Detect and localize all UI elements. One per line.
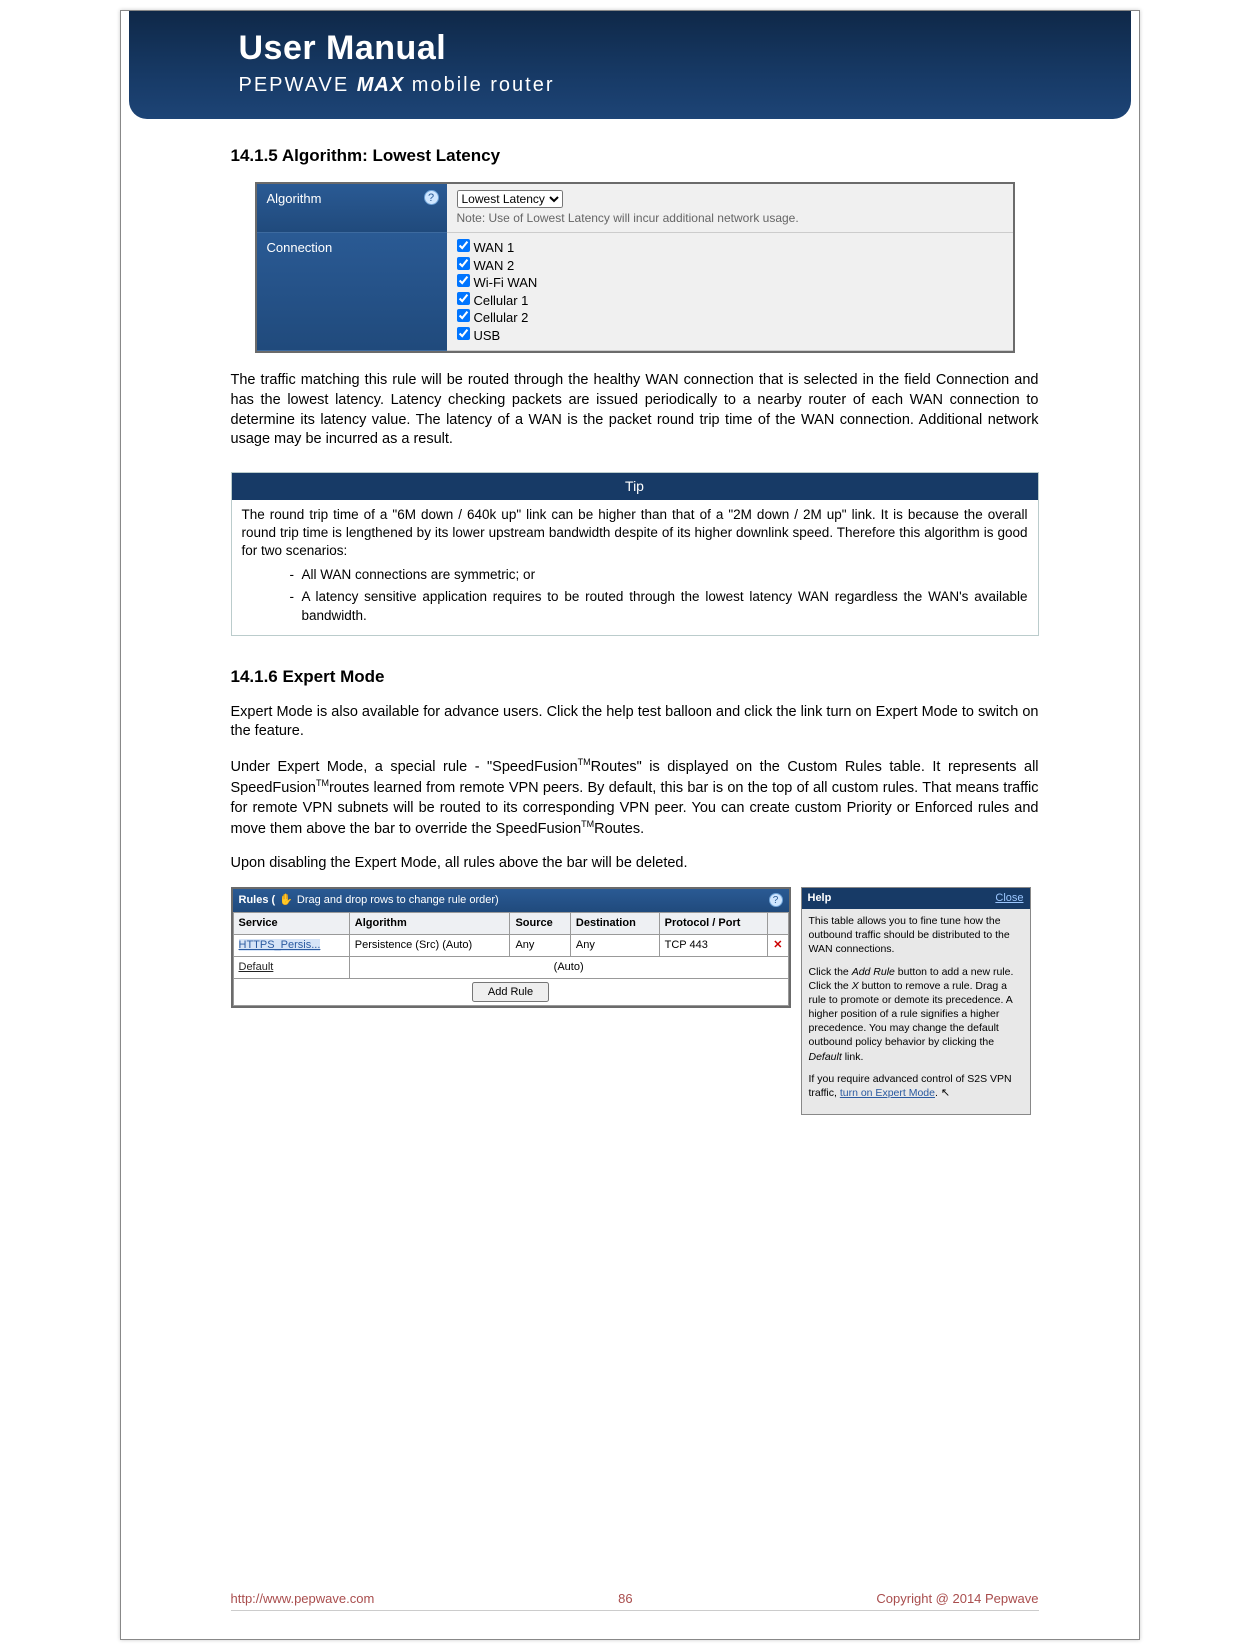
cell-destination: Any xyxy=(570,934,659,956)
rules-title-bar: Rules ( ✋ Drag and drop rows to change r… xyxy=(233,889,789,912)
add-rule-button[interactable]: Add Rule xyxy=(472,982,549,1002)
help-p3: If you require advanced control of S2S V… xyxy=(809,1072,1023,1101)
page-footer: http://www.pepwave.com 86 Copyright @ 20… xyxy=(231,1591,1039,1611)
rules-title-drag-text: Drag and drop rows to change rule order) xyxy=(297,893,499,908)
default-auto: (Auto) xyxy=(349,956,788,978)
turn-on-expert-link[interactable]: turn on Expert Mode xyxy=(840,1087,935,1099)
delete-rule-icon[interactable]: ✕ xyxy=(773,939,782,951)
help-close-link[interactable]: Close xyxy=(995,891,1023,906)
algorithm-note: Note: Use of Lowest Latency will incur a… xyxy=(457,210,1003,226)
expert-mode-figure: Rules ( ✋ Drag and drop rows to change r… xyxy=(231,887,1039,1115)
col-source: Source xyxy=(510,913,570,935)
help-p1: This table allows you to fine tune how t… xyxy=(809,914,1023,957)
connection-checkbox[interactable]: Cellular 2 xyxy=(457,309,1003,327)
section-heading-expert: 14.1.6 Expert Mode xyxy=(231,666,1039,689)
connection-checkbox[interactable]: WAN 2 xyxy=(457,257,1003,275)
help-panel-body: This table allows you to fine tune how t… xyxy=(802,909,1030,1114)
connection-checkbox[interactable]: USB xyxy=(457,327,1003,345)
cell-algorithm: Persistence (Src) (Auto) xyxy=(349,934,510,956)
default-row[interactable]: Default (Auto) xyxy=(233,956,788,978)
label-connection: Connection xyxy=(257,233,447,351)
content: 14.1.5 Algorithm: Lowest Latency Algorit… xyxy=(121,119,1139,1115)
help-icon[interactable]: ? xyxy=(769,893,783,907)
table-row[interactable]: HTTPS_Persis... Persistence (Src) (Auto)… xyxy=(233,934,788,956)
doc-subtitle: PEPWAVE MAX mobile router xyxy=(239,74,1095,97)
brand-bold: MAX xyxy=(357,74,404,96)
algorithm-value-cell: Lowest Latency Note: Use of Lowest Laten… xyxy=(447,184,1013,233)
cell-source: Any xyxy=(510,934,570,956)
tip-bullet: A latency sensitive application requires… xyxy=(302,588,1028,624)
col-destination: Destination xyxy=(570,913,659,935)
page-frame: User Manual PEPWAVE MAX mobile router 14… xyxy=(120,10,1140,1640)
drag-hand-icon: ✋ xyxy=(279,893,293,908)
col-service: Service xyxy=(233,913,349,935)
footer-copyright: Copyright @ 2014 Pepwave xyxy=(876,1591,1038,1606)
help-panel: Help Close This table allows you to fine… xyxy=(801,887,1031,1115)
tip-body: The round trip time of a "6M down / 640k… xyxy=(232,500,1038,635)
brand-suffix: mobile router xyxy=(412,74,555,96)
expert-p2: Under Expert Mode, a special rule - "Spe… xyxy=(231,756,1039,840)
connection-checkbox[interactable]: WAN 1 xyxy=(457,239,1003,257)
footer-page-number: 86 xyxy=(618,1591,632,1606)
tip-text: The round trip time of a "6M down / 640k… xyxy=(242,507,1028,558)
connection-checkbox[interactable]: Wi-Fi WAN xyxy=(457,274,1003,292)
service-link[interactable]: HTTPS_Persis... xyxy=(239,939,321,951)
default-link[interactable]: Default xyxy=(239,961,274,973)
label-algorithm: Algorithm ? xyxy=(257,184,447,233)
connection-list: WAN 1 WAN 2 Wi-Fi WAN Cellular 1 Cellula… xyxy=(447,233,1013,351)
help-panel-header: Help Close xyxy=(802,888,1030,909)
footer-url: http://www.pepwave.com xyxy=(231,1591,375,1606)
expert-p3: Upon disabling the Expert Mode, all rule… xyxy=(231,854,1039,874)
rules-table: Rules ( ✋ Drag and drop rows to change r… xyxy=(231,887,791,1007)
section-heading-algorithm: 14.1.5 Algorithm: Lowest Latency xyxy=(231,145,1039,168)
help-panel-title: Help xyxy=(808,891,832,906)
cursor-icon: ↖ xyxy=(941,1087,950,1099)
tip-box: Tip The round trip time of a "6M down / … xyxy=(231,472,1039,636)
help-p2: Click the Add Rule button to add a new r… xyxy=(809,965,1023,1064)
col-algorithm: Algorithm xyxy=(349,913,510,935)
tip-heading: Tip xyxy=(232,473,1038,500)
algorithm-config-box: Algorithm ? Lowest Latency Note: Use of … xyxy=(255,182,1015,353)
doc-title: User Manual xyxy=(239,29,1095,68)
rules-title-prefix: Rules ( xyxy=(239,893,276,908)
connection-checkbox[interactable]: Cellular 1 xyxy=(457,292,1003,310)
brand-prefix: PEPWAVE xyxy=(239,74,350,96)
help-icon[interactable]: ? xyxy=(424,190,439,205)
algorithm-description: The traffic matching this rule will be r… xyxy=(231,371,1039,449)
cell-protocol: TCP 443 xyxy=(659,934,768,956)
col-delete xyxy=(768,913,788,935)
tip-bullet: All WAN connections are symmetric; or xyxy=(302,566,1028,584)
algorithm-select[interactable]: Lowest Latency xyxy=(457,190,563,208)
col-protocol: Protocol / Port xyxy=(659,913,768,935)
header-banner: User Manual PEPWAVE MAX mobile router xyxy=(129,11,1131,119)
expert-p1: Expert Mode is also available for advanc… xyxy=(231,703,1039,742)
